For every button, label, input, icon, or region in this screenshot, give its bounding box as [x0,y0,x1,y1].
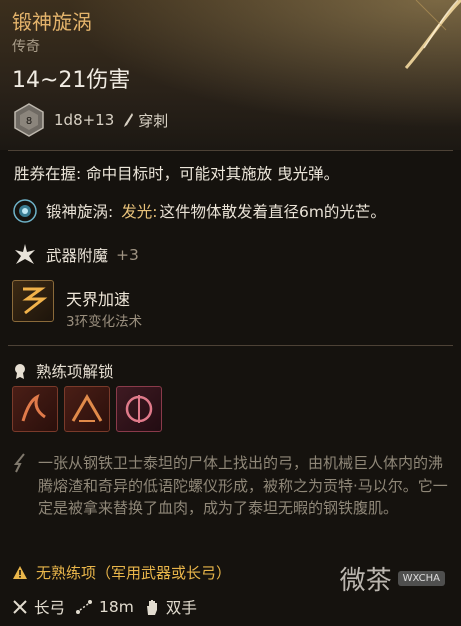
weapon-enchant-icon [15,244,35,264]
weapon-footer: 长弓 18m 双手 [12,596,197,618]
fire-arrow-icon [21,394,46,422]
proficiency-header: 熟练项解锁 [12,360,114,382]
proficiency-slot-2[interactable] [64,386,110,432]
aura-row: 锻神旋涡: 发光: 这件物体散发着直径6m的光芒。 [12,198,386,224]
dice-value: 1d8+13 [54,111,115,129]
haste-spell-icon [22,287,48,315]
hand-icon [146,600,157,615]
range-icon [76,600,93,614]
warning-text: 无熟练项（军用武器或长弓） [36,564,232,582]
proficiency-title: 熟练项解锁 [36,363,114,381]
item-rarity: 传奇 [12,39,40,55]
enchant-row: 武器附魔 +3 [12,242,139,268]
divider [8,345,453,346]
watermark: 微茶 WXCHA [340,560,445,597]
watermark-badge: WXCHA [397,571,445,586]
dice-row: 8 1d8+13 穿刺 [12,103,168,137]
dice-face: 8 [26,116,32,127]
warning-icon [13,566,27,579]
trait-line: 胜券在握: 命中目标时，可能对其施放 曳光弹。 [14,165,340,183]
item-description: 一张从钢铁卫士泰坦的尸体上找出的弓，由机械巨人体内的沸腾熔渣和奇异的低语陀螺仪形… [38,454,448,517]
description-quill-icon [13,453,25,473]
footer-weapon-type: 长弓 [12,596,65,618]
footer-hands: 双手 [144,596,197,618]
glow-aura-icon [13,199,37,223]
proficiency-warning: 无熟练项（军用武器或长弓） [12,562,231,583]
spell-icon-box[interactable] [12,280,54,322]
enchant-label: 武器附魔 [46,247,109,265]
weapon-type-label: 长弓 [34,599,66,617]
spell-level: 3环变化法术 [66,314,143,330]
crossed-weapons-icon [13,600,27,614]
pierce-icon [124,113,134,127]
range-value: 18m [99,598,134,616]
enchant-value: +3 [116,246,139,264]
d8-dice-icon: 8 [14,103,44,137]
aura-label: 锻神旋涡: [46,203,114,221]
aura-name: 发光: [121,203,158,221]
hands-value: 双手 [165,599,197,617]
proficiency-slot-1[interactable] [12,386,58,432]
divider [8,150,453,151]
footer-range: 18m [75,598,134,616]
piercing-shot-icon [125,395,153,423]
proficiency-slot-3[interactable] [116,386,162,432]
item-tooltip: 锻神旋涡 传奇 14~21伤害 8 1d8+13 穿刺 胜券在握: 命中目标时，… [0,0,461,626]
spell-name: 天界加速 [66,290,131,309]
bow-glow-icon [404,0,461,69]
proficiency-unlock-icon [15,364,25,379]
item-damage: 14~21伤害 [12,68,131,93]
damage-type: 穿刺 [138,111,169,130]
watermark-text: 微茶 [339,566,392,596]
aura-desc: 这件物体散发着直径6m的光芒。 [159,203,386,221]
volley-icon [71,394,103,422]
item-name: 锻神旋涡 [12,10,92,34]
